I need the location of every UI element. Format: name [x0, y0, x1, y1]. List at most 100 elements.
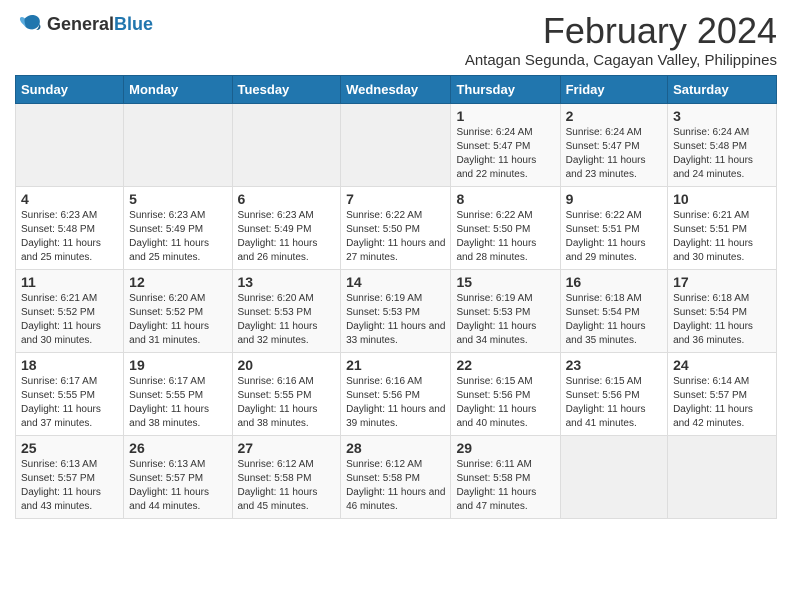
calendar-week-row: 18Sunrise: 6:17 AM Sunset: 5:55 PM Dayli…: [16, 353, 777, 436]
day-number: 7: [346, 191, 445, 207]
calendar-week-row: 25 Sunrise: 6:13 AM Sunset: 5:57 PM Dayli…: [16, 436, 777, 519]
day-info: Sunrise: 6:24 AM Sunset: 5:47 PM Dayligh…: [566, 126, 662, 182]
column-header-monday: Monday: [124, 76, 232, 104]
calendar-cell: 19Sunrise: 6:17 AM Sunset: 5:55 PM Dayli…: [124, 353, 232, 436]
calendar-cell: [341, 104, 451, 187]
calendar-cell: [124, 104, 232, 187]
calendar-cell: 5 Sunrise: 6:23 AM Sunset: 5:49 PM Daylig…: [124, 187, 232, 270]
day-info: Sunrise: 6:22 AM Sunset: 5:51 PM Dayligh…: [566, 209, 662, 265]
calendar-header-row: SundayMondayTuesdayWednesdayThursdayFrid…: [16, 76, 777, 104]
column-header-friday: Friday: [560, 76, 667, 104]
day-number: 26: [129, 440, 226, 456]
day-info: Sunrise: 6:16 AM Sunset: 5:55 PM Dayligh…: [238, 375, 336, 431]
title-area: February 2024 Antagan Segunda, Cagayan V…: [465, 10, 777, 69]
day-number: 9: [566, 191, 662, 207]
calendar-cell: 13 Sunrise: 6:20 AM Sunset: 5:53 PM Dayli…: [232, 270, 341, 353]
column-header-sunday: Sunday: [16, 76, 124, 104]
day-number: 15: [456, 274, 554, 290]
day-info: Sunrise: 6:23 AM Sunset: 5:49 PM Dayligh…: [129, 209, 226, 265]
column-header-saturday: Saturday: [668, 76, 777, 104]
day-info: Sunrise: 6:20 AM Sunset: 5:53 PM Dayligh…: [238, 292, 336, 348]
day-number: 10: [673, 191, 771, 207]
day-number: 4: [21, 191, 118, 207]
calendar-cell: 11Sunrise: 6:21 AM Sunset: 5:52 PM Dayli…: [16, 270, 124, 353]
day-info: Sunrise: 6:23 AM Sunset: 5:48 PM Dayligh…: [21, 209, 118, 265]
logo-general: General: [47, 14, 114, 34]
day-info: Sunrise: 6:15 AM Sunset: 5:56 PM Dayligh…: [456, 375, 554, 431]
calendar-week-row: 11Sunrise: 6:21 AM Sunset: 5:52 PM Dayli…: [16, 270, 777, 353]
calendar-cell: 14 Sunrise: 6:19 AM Sunset: 5:53 PM Dayli…: [341, 270, 451, 353]
day-info: Sunrise: 6:24 AM Sunset: 5:47 PM Dayligh…: [456, 126, 554, 182]
day-info: Sunrise: 6:13 AM Sunset: 5:57 PM Dayligh…: [21, 458, 118, 514]
calendar-cell: 4 Sunrise: 6:23 AM Sunset: 5:48 PM Daylig…: [16, 187, 124, 270]
logo-blue: Blue: [114, 14, 153, 34]
day-info: Sunrise: 6:12 AM Sunset: 5:58 PM Dayligh…: [346, 458, 445, 514]
calendar-cell: 20 Sunrise: 6:16 AM Sunset: 5:55 PM Dayli…: [232, 353, 341, 436]
calendar-cell: 2 Sunrise: 6:24 AM Sunset: 5:47 PM Daylig…: [560, 104, 667, 187]
calendar-cell: 22 Sunrise: 6:15 AM Sunset: 5:56 PM Dayli…: [451, 353, 560, 436]
day-number: 16: [566, 274, 662, 290]
calendar-cell: 26 Sunrise: 6:13 AM Sunset: 5:57 PM Dayli…: [124, 436, 232, 519]
day-number: 20: [238, 357, 336, 373]
calendar-cell: 21Sunrise: 6:16 AM Sunset: 5:56 PM Dayli…: [341, 353, 451, 436]
day-info: Sunrise: 6:24 AM Sunset: 5:48 PM Dayligh…: [673, 126, 771, 182]
day-info: Sunrise: 6:19 AM Sunset: 5:53 PM Dayligh…: [456, 292, 554, 348]
day-info: Sunrise: 6:20 AM Sunset: 5:52 PM Dayligh…: [129, 292, 226, 348]
day-number: 1: [456, 108, 554, 124]
day-number: 29: [456, 440, 554, 456]
day-number: 6: [238, 191, 336, 207]
calendar-cell: 24 Sunrise: 6:14 AM Sunset: 5:57 PM Dayli…: [668, 353, 777, 436]
calendar-cell: 15 Sunrise: 6:19 AM Sunset: 5:53 PM Dayli…: [451, 270, 560, 353]
calendar-cell: [16, 104, 124, 187]
calendar-cell: [668, 436, 777, 519]
day-number: 21: [346, 357, 445, 373]
day-number: 17: [673, 274, 771, 290]
day-info: Sunrise: 6:21 AM Sunset: 5:51 PM Dayligh…: [673, 209, 771, 265]
day-number: 13: [238, 274, 336, 290]
day-number: 11: [21, 274, 118, 290]
calendar-cell: 1 Sunrise: 6:24 AM Sunset: 5:47 PM Daylig…: [451, 104, 560, 187]
day-info: Sunrise: 6:23 AM Sunset: 5:49 PM Dayligh…: [238, 209, 336, 265]
calendar-cell: 3 Sunrise: 6:24 AM Sunset: 5:48 PM Daylig…: [668, 104, 777, 187]
day-info: Sunrise: 6:22 AM Sunset: 5:50 PM Dayligh…: [456, 209, 554, 265]
location: Antagan Segunda, Cagayan Valley, Philipp…: [465, 52, 777, 69]
day-number: 2: [566, 108, 662, 124]
calendar-cell: 28 Sunrise: 6:12 AM Sunset: 5:58 PM Dayli…: [341, 436, 451, 519]
calendar-cell: [232, 104, 341, 187]
calendar-cell: 27 Sunrise: 6:12 AM Sunset: 5:58 PM Dayli…: [232, 436, 341, 519]
day-info: Sunrise: 6:12 AM Sunset: 5:58 PM Dayligh…: [238, 458, 336, 514]
day-number: 28: [346, 440, 445, 456]
calendar-cell: 7 Sunrise: 6:22 AM Sunset: 5:50 PM Daylig…: [341, 187, 451, 270]
calendar-cell: 18Sunrise: 6:17 AM Sunset: 5:55 PM Dayli…: [16, 353, 124, 436]
day-info: Sunrise: 6:13 AM Sunset: 5:57 PM Dayligh…: [129, 458, 226, 514]
day-number: 5: [129, 191, 226, 207]
day-number: 14: [346, 274, 445, 290]
day-number: 8: [456, 191, 554, 207]
day-info: Sunrise: 6:19 AM Sunset: 5:53 PM Dayligh…: [346, 292, 445, 348]
calendar-cell: 9 Sunrise: 6:22 AM Sunset: 5:51 PM Daylig…: [560, 187, 667, 270]
logo-bird-icon: [15, 10, 43, 38]
calendar-cell: 25 Sunrise: 6:13 AM Sunset: 5:57 PM Dayli…: [16, 436, 124, 519]
day-info: Sunrise: 6:22 AM Sunset: 5:50 PM Dayligh…: [346, 209, 445, 265]
day-number: 23: [566, 357, 662, 373]
day-info: Sunrise: 6:17 AM Sunset: 5:55 PM Dayligh…: [21, 375, 118, 431]
column-header-thursday: Thursday: [451, 76, 560, 104]
header: GeneralBlue February 2024 Antagan Segund…: [15, 10, 777, 69]
day-number: 25: [21, 440, 118, 456]
day-number: 12: [129, 274, 226, 290]
month-title: February 2024: [465, 10, 777, 52]
day-info: Sunrise: 6:18 AM Sunset: 5:54 PM Dayligh…: [673, 292, 771, 348]
day-number: 3: [673, 108, 771, 124]
calendar-cell: 23 Sunrise: 6:15 AM Sunset: 5:56 PM Dayli…: [560, 353, 667, 436]
calendar-cell: 6 Sunrise: 6:23 AM Sunset: 5:49 PM Daylig…: [232, 187, 341, 270]
day-number: 27: [238, 440, 336, 456]
day-number: 24: [673, 357, 771, 373]
calendar-cell: 8 Sunrise: 6:22 AM Sunset: 5:50 PM Daylig…: [451, 187, 560, 270]
day-number: 22: [456, 357, 554, 373]
day-info: Sunrise: 6:17 AM Sunset: 5:55 PM Dayligh…: [129, 375, 226, 431]
day-info: Sunrise: 6:15 AM Sunset: 5:56 PM Dayligh…: [566, 375, 662, 431]
day-info: Sunrise: 6:11 AM Sunset: 5:58 PM Dayligh…: [456, 458, 554, 514]
calendar-cell: 10 Sunrise: 6:21 AM Sunset: 5:51 PM Dayli…: [668, 187, 777, 270]
day-info: Sunrise: 6:14 AM Sunset: 5:57 PM Dayligh…: [673, 375, 771, 431]
calendar-cell: 17 Sunrise: 6:18 AM Sunset: 5:54 PM Dayli…: [668, 270, 777, 353]
